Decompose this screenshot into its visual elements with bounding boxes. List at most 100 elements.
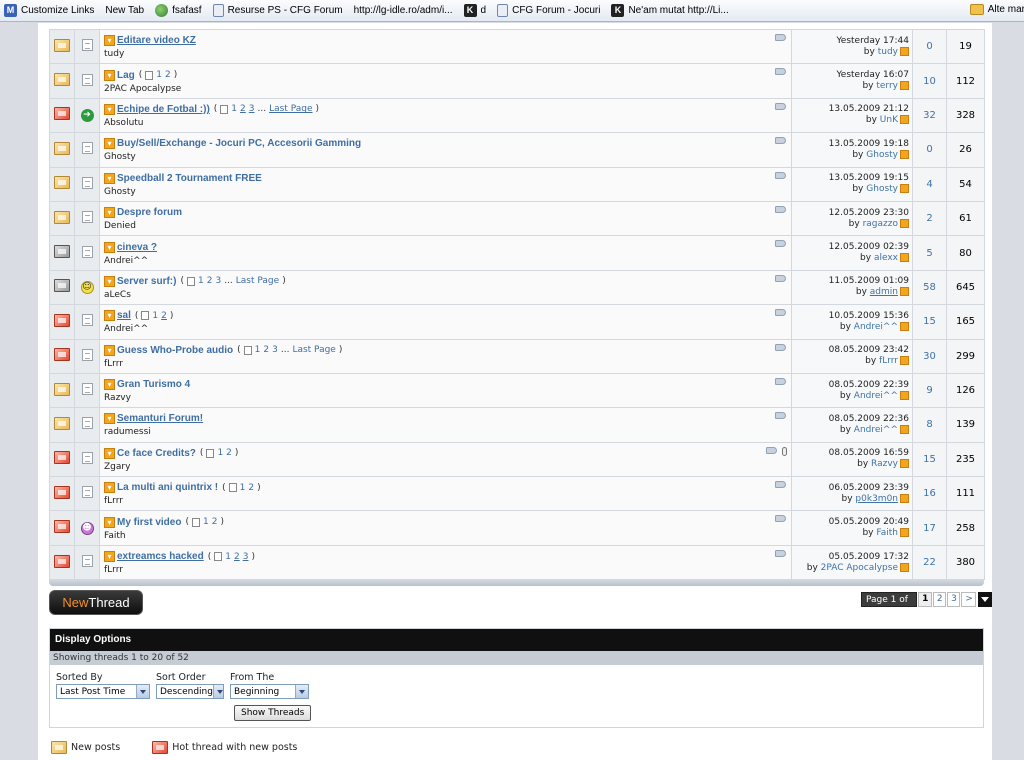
page-link[interactable]: 1 <box>918 591 932 607</box>
thread-title-link[interactable]: Semanturi Forum! <box>117 413 203 424</box>
replies-count[interactable]: 17 <box>912 510 947 546</box>
thread-title-link[interactable]: extreamcs hacked <box>117 551 204 562</box>
thread-page-link[interactable]: 2 <box>234 552 240 562</box>
goto-first-unread-icon[interactable]: ▾ <box>104 35 115 47</box>
goto-first-unread-icon[interactable]: ▾ <box>104 138 115 150</box>
last-post-user[interactable]: fLrrr <box>879 356 898 366</box>
thread-page-link[interactable]: 1 <box>217 448 223 458</box>
thread-page-link[interactable]: 2 <box>226 448 232 458</box>
new-thread-button[interactable]: New Thread <box>49 590 143 615</box>
goto-first-unread-icon[interactable]: ▾ <box>104 413 115 425</box>
last-post-user[interactable]: UnK <box>880 115 898 125</box>
bookmark-item[interactable]: Resurse PS - CFG Forum <box>209 4 350 17</box>
goto-first-unread-icon[interactable]: ▾ <box>104 379 115 391</box>
goto-first-unread-icon[interactable]: ▾ <box>104 275 115 287</box>
goto-last-post-icon[interactable] <box>900 253 909 263</box>
replies-count[interactable]: 2 <box>912 200 947 237</box>
last-post-user[interactable]: Ghosty <box>866 150 898 160</box>
thread-title-link[interactable]: Buy/Sell/Exchange - Jocuri PC, Accesorii… <box>117 138 361 149</box>
last-post-user[interactable]: Ghosty <box>866 184 898 194</box>
goto-first-unread-icon[interactable]: ▾ <box>104 103 115 115</box>
thread-page-link[interactable]: 1 <box>156 70 162 80</box>
thread-page-link[interactable]: 2 <box>248 483 254 493</box>
goto-first-unread-icon[interactable]: ▾ <box>104 551 115 563</box>
replies-count[interactable]: 15 <box>912 304 947 340</box>
goto-last-post-icon[interactable] <box>900 562 909 572</box>
replies-count[interactable]: 4 <box>912 166 947 202</box>
thread-title-link[interactable]: My first video <box>117 517 181 528</box>
thread-page-link[interactable]: 1 <box>203 517 209 527</box>
thread-title-link[interactable]: Speedball 2 Tournament FREE <box>117 173 262 184</box>
last-post-user[interactable]: Faith <box>876 528 898 538</box>
last-post-user[interactable]: ragazzo <box>863 219 898 229</box>
thread-page-link[interactable]: 1 <box>240 483 246 493</box>
thread-title-link[interactable]: Ce face Credits? <box>117 448 196 459</box>
goto-last-post-icon[interactable] <box>900 390 909 400</box>
goto-first-unread-icon[interactable]: ▾ <box>104 172 115 184</box>
thread-page-link[interactable]: 3 <box>272 345 278 355</box>
thread-title-link[interactable]: Editare video KZ <box>117 35 196 46</box>
last-post-user[interactable]: Andrei^^ <box>854 425 898 435</box>
thread-title-link[interactable]: Guess Who-Probe audio <box>117 345 233 356</box>
thread-page-link[interactable]: 2 <box>165 70 171 80</box>
last-post-user[interactable]: tudy <box>878 47 898 57</box>
bookmark-item[interactable]: Kd <box>460 4 494 17</box>
replies-count[interactable]: 32 <box>912 97 947 134</box>
replies-count[interactable]: 5 <box>912 235 947 271</box>
replies-count[interactable]: 16 <box>912 476 947 512</box>
thread-page-link[interactable]: Last Page <box>269 104 312 114</box>
bookmark-item[interactable]: fsafasf <box>151 4 208 17</box>
goto-last-post-icon[interactable] <box>900 287 909 297</box>
goto-first-unread-icon[interactable]: ▾ <box>104 241 115 253</box>
last-post-user[interactable]: Andrei^^ <box>854 391 898 401</box>
thread-title-link[interactable]: Server surf:) <box>117 276 176 287</box>
goto-last-post-icon[interactable] <box>900 493 909 503</box>
thread-page-link[interactable]: 3 <box>215 276 221 286</box>
thread-title-link[interactable]: cineva ? <box>117 242 157 253</box>
other-bookmarks[interactable]: Alte mar <box>966 4 1024 15</box>
goto-first-unread-icon[interactable]: ▾ <box>104 447 115 459</box>
replies-count[interactable]: 15 <box>912 441 947 478</box>
show-threads-button[interactable]: Show Threads <box>234 705 312 721</box>
bookmark-item[interactable]: M Customize Links <box>0 4 101 17</box>
goto-last-post-icon[interactable] <box>900 184 909 194</box>
goto-first-unread-icon[interactable]: ▾ <box>104 310 115 322</box>
thread-page-link[interactable]: 1 <box>198 276 204 286</box>
replies-count[interactable]: 10 <box>912 63 947 99</box>
replies-count[interactable]: 0 <box>912 28 947 65</box>
thread-page-link[interactable]: Last Page <box>236 276 279 286</box>
thread-title-link[interactable]: Gran Turismo 4 <box>117 379 190 390</box>
thread-title-link[interactable]: sal <box>117 310 131 321</box>
bookmark-item[interactable]: New Tab <box>101 5 151 16</box>
sorted-by-select[interactable]: Last Post Time <box>56 684 150 699</box>
replies-count[interactable]: 0 <box>912 132 947 168</box>
replies-count[interactable]: 30 <box>912 338 947 374</box>
bookmark-item[interactable]: CFG Forum - Jocuri <box>493 4 607 17</box>
goto-last-post-icon[interactable] <box>900 528 909 538</box>
thread-page-link[interactable]: 1 <box>225 552 231 562</box>
goto-last-post-icon[interactable] <box>900 149 909 159</box>
replies-count[interactable]: 22 <box>912 544 947 581</box>
goto-first-unread-icon[interactable]: ▾ <box>104 207 115 219</box>
page-menu-dropdown-icon[interactable] <box>978 591 993 607</box>
replies-count[interactable]: 8 <box>912 407 947 443</box>
last-post-user[interactable]: terry <box>876 81 898 91</box>
last-post-user[interactable]: admin <box>870 287 898 297</box>
last-post-user[interactable]: p0k3m0n <box>855 494 898 504</box>
thread-page-link[interactable]: Last Page <box>292 345 335 355</box>
goto-last-post-icon[interactable] <box>900 218 909 228</box>
goto-last-post-icon[interactable] <box>900 321 909 331</box>
last-post-user[interactable]: Razvy <box>871 459 898 469</box>
thread-title-link[interactable]: Lag <box>117 70 135 81</box>
page-link[interactable]: 2 <box>932 591 947 607</box>
bookmark-item[interactable]: http://lg-idle.ro/adm/i... <box>350 5 460 16</box>
thread-title-link[interactable]: Echipe de Fotbal :)) <box>117 104 210 115</box>
thread-page-link[interactable]: 3 <box>249 104 255 114</box>
thread-title-link[interactable]: Despre forum <box>117 207 182 218</box>
thread-page-link[interactable]: 2 <box>161 311 167 321</box>
page-link[interactable]: 3 <box>947 591 961 607</box>
thread-title-link[interactable]: La multi ani quintrix ! <box>117 482 218 493</box>
thread-page-link[interactable]: 1 <box>255 345 261 355</box>
goto-last-post-icon[interactable] <box>900 115 909 125</box>
goto-last-post-icon[interactable] <box>900 356 909 366</box>
